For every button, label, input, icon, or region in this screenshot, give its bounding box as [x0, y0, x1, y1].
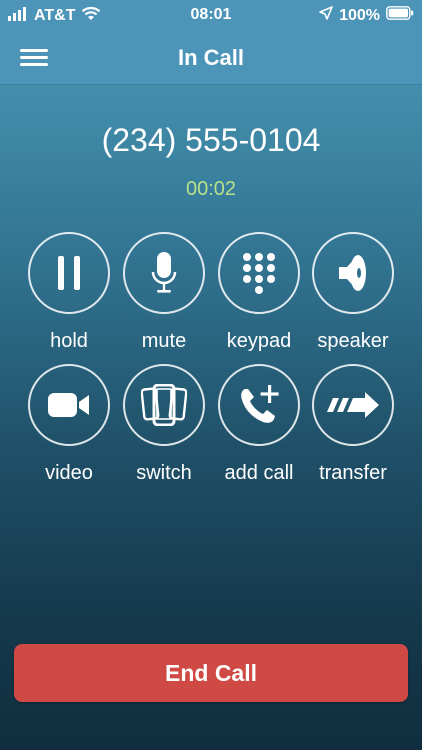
speaker-circle [312, 232, 394, 314]
phone-number: (234) 555-0104 [101, 122, 321, 158]
switch-devices-icon [141, 384, 187, 426]
pause-icon [58, 256, 80, 290]
speaker-button[interactable]: speaker [306, 232, 400, 353]
speaker-icon [339, 255, 366, 291]
end-call-button[interactable]: End Call [14, 644, 408, 702]
mute-circle [123, 232, 205, 314]
mute-button[interactable]: mute [117, 232, 211, 353]
transfer-circle [312, 364, 394, 446]
add-call-button[interactable]: add call [212, 364, 306, 485]
keypad-label: keypad [226, 330, 292, 352]
video-label: video [45, 462, 93, 484]
location-arrow-icon [319, 6, 333, 25]
nav-bar: In Call [0, 30, 422, 85]
transfer-label: transfer [319, 462, 387, 484]
transfer-button[interactable]: transfer [306, 364, 400, 485]
battery-percent: 100% [339, 6, 380, 24]
page-title: In Call [177, 45, 244, 70]
hold-circle [28, 232, 110, 314]
keypad-icon [243, 253, 275, 294]
add-call-label: add call [224, 462, 294, 484]
hold-button[interactable]: hold [22, 232, 116, 353]
status-bar: AT&T 08:01 100% [0, 0, 422, 30]
video-camera-icon [48, 393, 89, 417]
keypad-button[interactable]: keypad [212, 232, 306, 353]
video-circle [28, 364, 110, 446]
speaker-label: speaker [317, 330, 389, 352]
call-timer: 00:02 [185, 178, 237, 200]
microphone-icon [151, 252, 177, 293]
hold-label: hold [50, 330, 88, 352]
battery-icon [386, 6, 414, 25]
switch-button[interactable]: switch [117, 364, 211, 485]
switch-label: switch [136, 462, 192, 484]
add-call-icon [241, 385, 279, 423]
status-right: 100% [319, 6, 414, 25]
add-call-circle [218, 364, 300, 446]
switch-circle [123, 364, 205, 446]
mute-label: mute [141, 330, 187, 352]
keypad-circle [218, 232, 300, 314]
video-button[interactable]: video [22, 364, 116, 485]
transfer-arrow-icon [327, 392, 379, 418]
